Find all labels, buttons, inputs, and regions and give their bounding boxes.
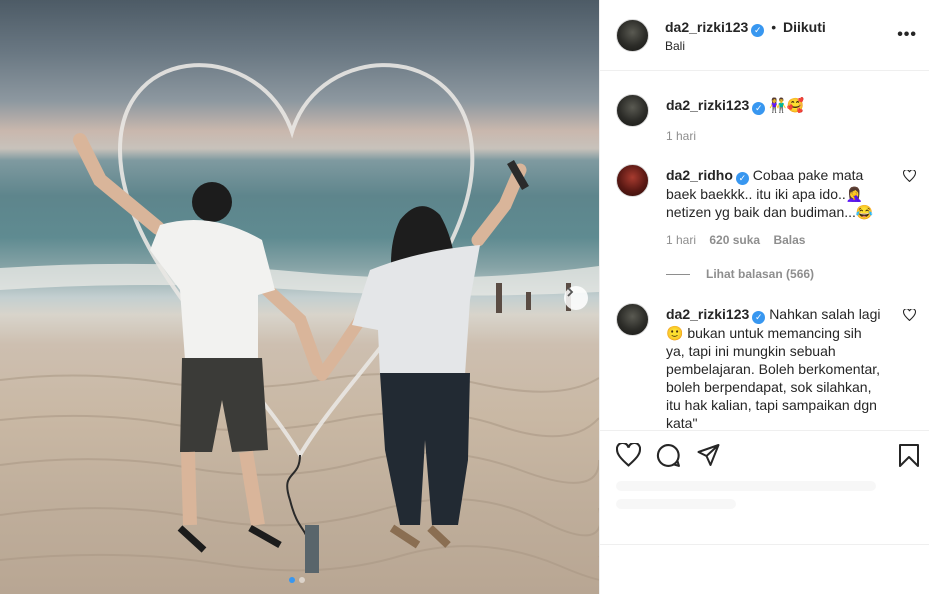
author-avatar[interactable] bbox=[616, 19, 649, 52]
commenter-avatar[interactable] bbox=[616, 94, 649, 127]
carousel-indicator bbox=[289, 577, 305, 583]
location-link[interactable]: Bali bbox=[665, 39, 685, 53]
post-header: da2_rizki123 ✓ • Diikuti Bali ••• bbox=[600, 0, 929, 71]
commenter-username[interactable]: da2_rizki123 bbox=[666, 306, 749, 322]
comment-time[interactable]: 1 hari bbox=[666, 129, 696, 143]
bookmark-icon[interactable] bbox=[898, 443, 920, 468]
post-actions-bar bbox=[600, 430, 929, 544]
author-username[interactable]: da2_rizki123 bbox=[665, 19, 748, 35]
commenter-avatar[interactable] bbox=[616, 303, 649, 336]
verified-badge-icon: ✓ bbox=[751, 24, 765, 37]
comment-body: da2_rizki123 ✓ Nahkan salah lagi 🙂 bukan … bbox=[666, 305, 881, 430]
post-photo[interactable] bbox=[0, 0, 599, 594]
carousel-dot-active bbox=[289, 577, 295, 583]
follow-status-button[interactable]: Diikuti bbox=[783, 19, 826, 35]
like-comment-heart-icon[interactable] bbox=[903, 309, 916, 321]
verified-badge-icon: ✓ bbox=[735, 172, 749, 185]
reply-button[interactable]: Balas bbox=[773, 233, 805, 247]
replies-divider bbox=[666, 273, 690, 275]
woman-figure bbox=[316, 160, 529, 549]
view-replies-button[interactable]: Lihat balasan (566) bbox=[666, 267, 814, 281]
chevron-right-icon bbox=[567, 287, 574, 297]
comment-body: da2_ridho ✓ Cobaa pake mata baek baekkk..… bbox=[666, 166, 881, 221]
comment-likes[interactable]: 620 suka bbox=[709, 233, 760, 247]
commenter-avatar[interactable] bbox=[616, 164, 649, 197]
comment-body: da2_rizki123 ✓ 👫🥰 bbox=[666, 96, 881, 115]
comment-item: da2_ridho ✓ Cobaa pake mata baek baekkk..… bbox=[616, 164, 916, 284]
verified-badge-icon: ✓ bbox=[752, 102, 766, 115]
header-user-line: da2_rizki123 ✓ • Diikuti bbox=[665, 19, 826, 37]
comment-text: Nahkan salah lagi 🙂 bukan untuk memancin… bbox=[666, 306, 881, 430]
comment-meta: 1 hari bbox=[666, 129, 706, 143]
view-replies-label: Lihat balasan (566) bbox=[706, 267, 815, 281]
comments-list[interactable]: da2_rizki123 ✓ 👫🥰 1 hari da2_ridho ✓ Cobaa… bbox=[600, 72, 929, 430]
verified-badge-icon: ✓ bbox=[752, 311, 766, 324]
add-comment-area[interactable] bbox=[600, 544, 929, 594]
timestamp-placeholder bbox=[616, 499, 736, 509]
like-comment-heart-icon[interactable] bbox=[903, 170, 916, 182]
comment-item: da2_rizki123 ✓ Nahkan salah lagi 🙂 bukan … bbox=[616, 303, 916, 430]
comment-meta: 1 hari 620 suka Balas bbox=[666, 233, 815, 247]
caption-comment: da2_rizki123 ✓ 👫🥰 1 hari bbox=[616, 94, 916, 154]
comment-time[interactable]: 1 hari bbox=[666, 233, 696, 247]
man-figure bbox=[73, 133, 325, 553]
more-options-button[interactable]: ••• bbox=[897, 26, 917, 44]
commenter-username[interactable]: da2_rizki123 bbox=[666, 97, 749, 113]
comment-text: 👫🥰 bbox=[769, 97, 805, 113]
commenter-username[interactable]: da2_ridho bbox=[666, 167, 733, 183]
beach-scene-illustration bbox=[0, 63, 599, 581]
post-side-panel: da2_rizki123 ✓ • Diikuti Bali ••• da2_riz… bbox=[599, 0, 929, 594]
share-icon[interactable] bbox=[696, 443, 721, 467]
likes-summary-placeholder bbox=[616, 481, 876, 491]
carousel-dot bbox=[299, 577, 305, 583]
next-photo-button[interactable] bbox=[564, 286, 588, 310]
heart-icon[interactable] bbox=[616, 443, 641, 467]
comment-icon[interactable] bbox=[656, 443, 681, 468]
